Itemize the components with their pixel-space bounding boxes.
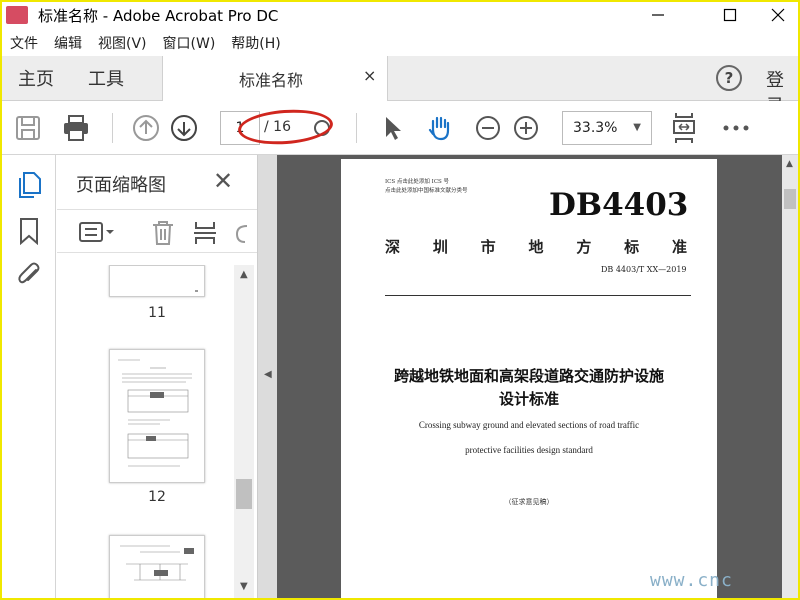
hand-tool-icon[interactable] bbox=[426, 114, 454, 142]
document-page: ICS 点击此处添加 ICS 号 点击此处添加中国标准文献分类号 DB4403 … bbox=[341, 159, 717, 598]
doc-region-char: 方 bbox=[576, 238, 592, 256]
thumbnail-panel: 页面缩略图 ✕ 11 12 ▲ ▼ bbox=[57, 155, 257, 598]
menu-view[interactable]: 视图(V) bbox=[98, 33, 147, 53]
scrollbar-thumb[interactable] bbox=[236, 479, 252, 509]
help-icon[interactable]: ? bbox=[716, 65, 742, 91]
thumbnail-page-11[interactable] bbox=[109, 265, 205, 297]
chevron-down-icon: ▼ bbox=[633, 122, 641, 133]
zoom-value: 33.3% bbox=[573, 120, 618, 136]
next-page-icon[interactable] bbox=[170, 114, 198, 142]
tab-document[interactable]: 标准名称 × bbox=[162, 56, 388, 101]
menu-file[interactable]: 文件 bbox=[10, 33, 38, 53]
watermark: www.cnc bbox=[650, 570, 733, 591]
print-icon[interactable] bbox=[62, 114, 90, 142]
insert-page-icon[interactable] bbox=[193, 220, 217, 250]
doc-region-char: 圳 bbox=[432, 238, 448, 256]
doc-title-cn-line2: 设计标准 bbox=[498, 390, 559, 408]
doc-title-en-line1: Crossing subway ground and elevated sect… bbox=[418, 420, 640, 430]
thumbnail-options-icon[interactable] bbox=[79, 222, 117, 246]
doc-header-line1: ICS 点击此处添加 ICS 号 bbox=[385, 179, 450, 185]
menu-bar: 文件 编辑 视图(V) 窗口(W) 帮助(H) bbox=[2, 30, 798, 56]
fit-page-icon[interactable] bbox=[670, 111, 698, 145]
minimize-icon[interactable] bbox=[638, 2, 678, 28]
thumbnail-number-11: 11 bbox=[148, 305, 166, 321]
doc-header-line2: 点击此处添加中国标准文献分类号 bbox=[385, 188, 468, 194]
thumbnail-scrollbar[interactable]: ▲ ▼ bbox=[234, 265, 254, 598]
doc-region-char: 地 bbox=[528, 238, 544, 256]
title-bar: 标准名称 - Adobe Acrobat Pro DC bbox=[2, 2, 798, 28]
rotate-icon[interactable] bbox=[233, 222, 249, 248]
scroll-down-icon[interactable]: ▼ bbox=[240, 581, 248, 592]
thumbnail-list: 11 12 bbox=[57, 265, 235, 598]
attachment-icon[interactable] bbox=[16, 261, 42, 291]
collapse-arrow-icon[interactable]: ◀ bbox=[264, 369, 272, 380]
select-cursor-icon[interactable] bbox=[378, 114, 406, 142]
panel-title: 页面缩略图 bbox=[76, 175, 166, 196]
tab-tools[interactable]: 工具 bbox=[88, 65, 124, 91]
previous-page-icon[interactable] bbox=[132, 114, 160, 142]
viewer-scrollbar[interactable]: ▲ bbox=[782, 155, 798, 598]
page-thumbnails-icon[interactable] bbox=[16, 171, 42, 203]
window-title: 标准名称 - Adobe Acrobat Pro DC bbox=[38, 7, 279, 25]
tab-close-icon[interactable]: × bbox=[363, 66, 376, 85]
doc-region: 深 圳 市 地 方 标 准 bbox=[385, 236, 687, 257]
more-options-icon[interactable] bbox=[722, 114, 750, 142]
close-icon[interactable] bbox=[758, 2, 798, 28]
scroll-up-icon[interactable]: ▲ bbox=[240, 269, 248, 280]
doc-region-char: 标 bbox=[624, 238, 640, 256]
doc-std-number: DB 4403/T XX—2019 bbox=[601, 265, 687, 274]
navigation-pane bbox=[2, 155, 56, 598]
doc-title-cn-line1: 跨越地铁地面和高架段道路交通防护设施 bbox=[393, 367, 664, 385]
tab-bar: 主页 工具 标准名称 × ? 登录 bbox=[2, 56, 798, 117]
doc-title-en-line2: protective facilities design standard bbox=[465, 445, 593, 455]
save-icon[interactable] bbox=[14, 114, 42, 142]
doc-code: DB4403 bbox=[549, 187, 689, 223]
doc-region-char: 深 bbox=[385, 238, 401, 256]
collapse-panel-handle[interactable]: ◀ bbox=[257, 155, 277, 598]
doc-draft-note: （征求意见稿） bbox=[504, 498, 554, 506]
maximize-icon[interactable] bbox=[710, 2, 750, 28]
panel-close-icon[interactable]: ✕ bbox=[213, 167, 233, 195]
tab-document-label: 标准名称 bbox=[239, 71, 304, 90]
thumbnail-page-12[interactable] bbox=[109, 349, 205, 483]
thumbnail-number-12: 12 bbox=[148, 489, 166, 505]
doc-region-char: 市 bbox=[480, 238, 496, 256]
document-viewer[interactable]: ICS 点击此处添加 ICS 号 点击此处添加中国标准文献分类号 DB4403 … bbox=[277, 155, 782, 598]
app-logo bbox=[6, 6, 28, 24]
panel-toolbar bbox=[57, 209, 257, 253]
zoom-select[interactable]: 33.3% ▼ bbox=[562, 111, 652, 145]
scrollbar-thumb[interactable] bbox=[784, 189, 796, 209]
menu-edit[interactable]: 编辑 bbox=[54, 33, 82, 53]
bookmark-icon[interactable] bbox=[18, 217, 40, 249]
menu-help[interactable]: 帮助(H) bbox=[231, 33, 280, 53]
scroll-up-icon[interactable]: ▲ bbox=[786, 159, 793, 169]
doc-divider bbox=[385, 295, 691, 296]
thumbnail-page-13[interactable] bbox=[109, 535, 205, 598]
zoom-in-icon[interactable] bbox=[512, 114, 540, 142]
zoom-out-icon[interactable] bbox=[474, 114, 502, 142]
tab-home[interactable]: 主页 bbox=[18, 65, 54, 91]
toolbar: 1 / 16 33.3% ▼ bbox=[2, 101, 798, 155]
delete-icon[interactable] bbox=[151, 220, 175, 250]
doc-region-char: 准 bbox=[671, 238, 687, 256]
menu-window[interactable]: 窗口(W) bbox=[163, 33, 216, 53]
